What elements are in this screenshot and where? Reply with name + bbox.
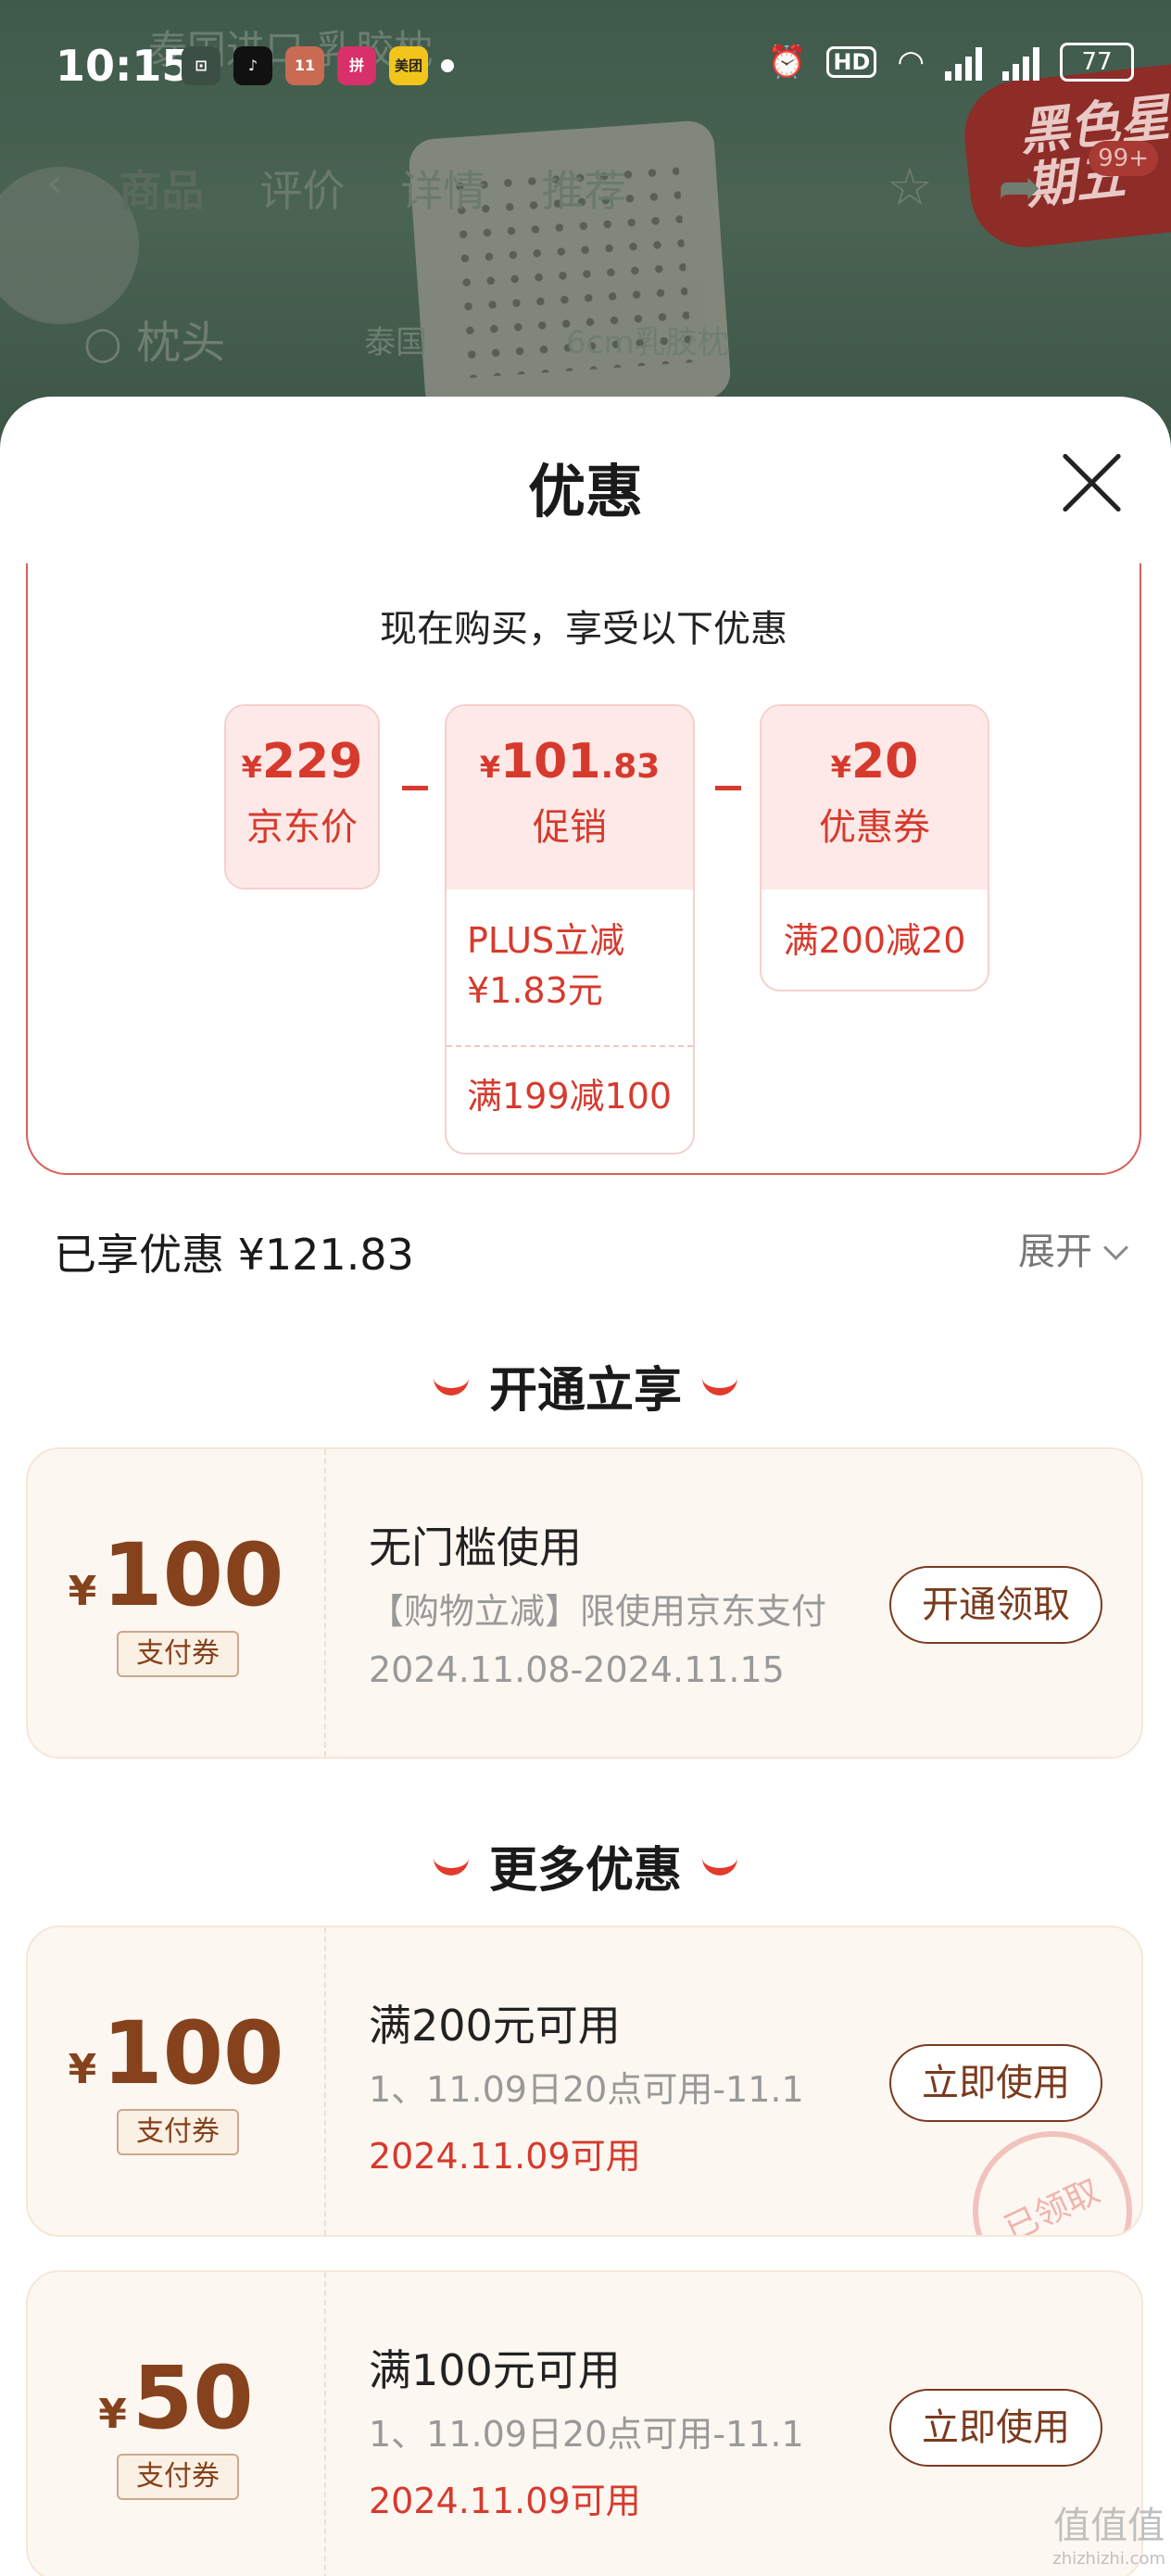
status-bar: 10:15 ⊡ ♪ 11 拼 美团 ⏰ HD ◠ 77: [0, 0, 1171, 139]
battery-icon: 77: [1060, 43, 1134, 82]
jd-price-box: ¥229 京东价: [224, 704, 380, 890]
nav-action-icons: ☆ ➦: [887, 158, 1041, 218]
coupon-label: 优惠券: [819, 806, 930, 849]
coupon-detail: 满200减20: [783, 920, 966, 961]
app-1111-icon: 11: [285, 46, 324, 85]
system-status-icons: ⏰ HD ◠ 77: [767, 43, 1134, 82]
promo-amount-int: 101: [499, 734, 601, 789]
coupon-date: 2024.11.08-2024.11.15: [369, 1649, 785, 1690]
minus-sign-2: [715, 786, 741, 790]
smile-decoration-icon: [433, 1851, 469, 1875]
coupon-description: 1、11.09日20点可用-11.1: [369, 2414, 804, 2455]
pinduoduo-icon: 拼: [337, 46, 376, 85]
discount-sheet: 优惠 现在购买，享受以下优惠 ¥229 京东价 ¥101.83 促销 PLUS立…: [0, 397, 1171, 2576]
tab-reviews[interactable]: 评价: [259, 158, 345, 219]
promo-detail-threshold: 满199减100: [447, 1045, 693, 1145]
section-open-heading: 开通立享: [0, 1351, 1171, 1421]
use-now-button[interactable]: 立即使用: [889, 2044, 1102, 2122]
coupon-date: 2024.11.09可用: [369, 2481, 641, 2521]
expand-button[interactable]: 展开: [1018, 1221, 1128, 1275]
promo-detail-plus: PLUS立减 ¥1.83元: [467, 920, 625, 1011]
coupon-type-tag: 支付券: [117, 1631, 239, 1677]
coupon-value: ¥100: [68, 1525, 284, 1626]
coupon-title: 满200元可用: [369, 2001, 621, 2051]
coupon-summary-box: ¥20 优惠券 满200减20: [760, 704, 989, 991]
smile-decoration-icon: [702, 1851, 737, 1875]
bilibili-tv-icon: ⊡: [182, 46, 220, 85]
enjoyed-discount-total: 已享优惠 ¥121.83: [54, 1230, 414, 1280]
promo-amount-dec: .83: [600, 748, 661, 786]
promo-box: ¥101.83 促销 PLUS立减 ¥1.83元 满199减100: [445, 704, 695, 1155]
coupon-type-tag: 支付券: [117, 2109, 239, 2155]
coupon-card: ¥100 支付券 无门槛使用 【购物立减】限使用京东支付 2024.11.08-…: [26, 1447, 1143, 1759]
jd-price-label: 京东价: [246, 806, 358, 849]
search-hint: 6cm乳胶枕: [566, 324, 729, 361]
hd-icon: HD: [826, 46, 877, 78]
summary-heading: 现在购买，享受以下优惠: [380, 608, 787, 650]
coupon-value: ¥50: [98, 2348, 254, 2449]
coupon-amount: 20: [850, 734, 919, 789]
promo-label: 促销: [533, 806, 607, 849]
jd-price-amount: 229: [261, 734, 363, 789]
wifi-icon: ◠: [897, 44, 925, 81]
smile-decoration-icon: [702, 1371, 737, 1395]
activate-claim-button[interactable]: 开通领取: [889, 1566, 1102, 1644]
clock: 10:15: [56, 41, 192, 91]
coupon-date: 2024.11.09可用: [369, 2136, 641, 2177]
chevron-down-icon: [1103, 1235, 1128, 1260]
discount-summary-card: 现在购买，享受以下优惠 ¥229 京东价 ¥101.83 促销 PLUS立减 ¥…: [26, 563, 1141, 1175]
back-icon[interactable]: ‹: [46, 158, 63, 219]
signal-5g-2-icon: [1002, 44, 1039, 81]
background-search-row: ○ 枕头 泰国 6cm乳胶枕: [83, 306, 729, 371]
share-icon[interactable]: ➦: [998, 158, 1041, 218]
search-keyword[interactable]: ○ 枕头: [83, 306, 225, 371]
tiktok-icon: ♪: [233, 46, 272, 85]
signal-5g-1-icon: [945, 44, 982, 81]
cart-count-badge: 99+: [1089, 141, 1158, 176]
tab-goods[interactable]: 商品: [119, 158, 204, 219]
tab-recommend[interactable]: 推荐: [541, 158, 626, 219]
minus-sign-1: [402, 786, 428, 790]
coupon-card: ¥100 支付券 满200元可用 1、11.09日20点可用-11.1 2024…: [26, 1926, 1143, 2237]
section-more-heading: 更多优惠: [0, 1831, 1171, 1900]
favorite-star-icon[interactable]: ☆: [887, 158, 933, 218]
use-now-button[interactable]: 立即使用: [889, 2389, 1102, 2467]
close-icon[interactable]: [1060, 450, 1125, 515]
coupon-type-tag: 支付券: [117, 2454, 239, 2500]
coupon-title: 无门槛使用: [369, 1522, 582, 1572]
coupon-description: 【购物立减】限使用京东支付: [369, 1591, 827, 1632]
claimed-stamp: 已领取: [946, 2104, 1141, 2235]
alarm-icon: ⏰: [766, 44, 807, 81]
product-nav-tabs: ‹ 商品 评价 详情 推荐: [46, 158, 626, 219]
site-watermark: 值值值 zhizhizhi.com: [1052, 2505, 1165, 2569]
notification-icons: ⊡ ♪ 11 拼 美团: [182, 46, 454, 85]
smile-decoration-icon: [433, 1371, 469, 1395]
coupon-description: 1、11.09日20点可用-11.1: [369, 2069, 804, 2110]
tab-details[interactable]: 详情: [400, 158, 485, 219]
coupon-value: ¥100: [68, 2003, 284, 2104]
sheet-title: 优惠: [527, 458, 643, 525]
coupon-title: 满100元可用: [369, 2345, 621, 2395]
search-origin: 泰国: [364, 324, 428, 361]
meituan-icon: 美团: [389, 46, 428, 85]
coupon-card: ¥50 支付券 满100元可用 1、11.09日20点可用-11.1 2024.…: [26, 2270, 1143, 2576]
dot-icon: [441, 59, 454, 72]
